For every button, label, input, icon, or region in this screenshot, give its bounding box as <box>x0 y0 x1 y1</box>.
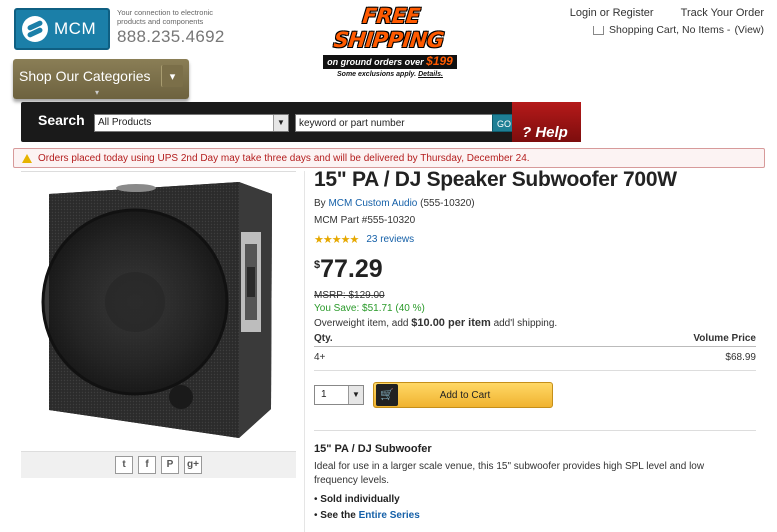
chevron-down-icon[interactable]: ▾ <box>161 65 183 87</box>
volume-qty: 4+ <box>314 352 326 363</box>
free-shipping-title: FREE SHIPPING <box>332 4 445 52</box>
select-arrow-icon: ▼ <box>273 115 288 131</box>
price-value: 77.29 <box>320 255 383 283</box>
free-shipping-banner[interactable]: FREE SHIPPING on ground orders over $199… <box>308 4 472 78</box>
divider <box>314 430 756 431</box>
facebook-icon[interactable]: f <box>138 456 156 474</box>
overweight-amount: $10.00 per item <box>411 317 491 329</box>
subwoofer-product-image[interactable] <box>21 172 296 452</box>
shop-categories-button[interactable]: Shop Our Categories ▾ <box>13 59 189 99</box>
feature-bullets: • Sold individually • See the Entire Ser… <box>314 492 420 524</box>
star-rating-icon: ★★★★★ <box>314 234 359 246</box>
logo-text: MCM <box>54 19 97 38</box>
category-select[interactable]: All Products ▼ <box>94 114 289 132</box>
qty-header: Qty. <box>314 333 333 344</box>
overweight-prefix: Overweight item, add <box>314 318 409 329</box>
tagline: Your connection to electronic products a… <box>117 8 214 26</box>
overweight-suffix: add'l shipping. <box>493 318 558 329</box>
select-arrow-icon: ▼ <box>348 386 363 404</box>
help-button[interactable]: ? Help <box>512 102 581 142</box>
free-shipping-amount: $199 <box>426 54 453 68</box>
quantity-select[interactable]: 1 ▼ <box>314 385 364 405</box>
bullet-sold-individually: Sold individually <box>320 494 400 505</box>
details-link[interactable]: Details. <box>418 71 443 78</box>
cart-icon <box>593 25 605 35</box>
categories-label: Shop Our Categories <box>19 68 151 84</box>
twitter-icon[interactable]: t <box>115 456 133 474</box>
volume-price-header-label: Volume Price <box>693 333 756 344</box>
free-shipping-sub: on ground orders over $199 <box>323 55 457 69</box>
volume-price-row: 4+ $68.99 <box>314 352 756 363</box>
pinterest-icon[interactable]: P <box>161 456 179 474</box>
bullet-see-the: See the <box>320 510 356 521</box>
free-shipping-sub-text: on ground orders over <box>327 57 424 67</box>
currency-symbol: $ <box>314 259 321 271</box>
volume-price: $68.99 <box>725 352 756 363</box>
divider <box>314 370 756 371</box>
mcm-logo[interactable]: MCM <box>14 8 110 50</box>
keyword-input[interactable] <box>295 114 509 132</box>
cart-icon: 🛒 <box>376 384 398 406</box>
help-question-icon: ? <box>522 124 532 141</box>
help-label: Help <box>535 124 568 141</box>
share-bar: t f P g+ <box>21 451 296 478</box>
entire-series-link[interactable]: Entire Series <box>359 510 420 521</box>
column-divider <box>304 171 305 532</box>
reviews-link[interactable]: 23 reviews <box>366 234 414 245</box>
overweight-notice: Overweight item, add $10.00 per item add… <box>314 317 557 329</box>
product-price: $77.29 <box>314 255 383 284</box>
page: MCM Your connection to electronic produc… <box>0 0 777 532</box>
you-save: You Save: $51.71 (40 %) <box>314 303 425 314</box>
search-bar: Search All Products ▼ GO ? Help <box>21 102 581 142</box>
warning-icon <box>22 153 32 163</box>
cart-summary: Shopping Cart, No Items - (View) <box>593 24 764 36</box>
cart-status: Shopping Cart, No Items - <box>609 24 731 36</box>
add-to-cart-label: Add to Cart <box>439 389 491 401</box>
alert-text: Orders placed today using UPS 2nd Day ma… <box>38 152 530 164</box>
quantity-value: 1 <box>321 389 327 400</box>
track-order-link[interactable]: Track Your Order <box>681 7 764 19</box>
search-label: Search <box>38 112 85 128</box>
phone-number: 888.235.4692 <box>117 27 225 46</box>
bullet-item: • Sold individually <box>314 494 400 505</box>
description-text: Ideal for use in a larger scale venue, t… <box>314 461 705 486</box>
delivery-alert: Orders placed today using UPS 2nd Day ma… <box>13 148 765 168</box>
cart-view-link[interactable]: (View) <box>734 24 764 36</box>
brand-link[interactable]: MCM Custom Audio <box>328 198 417 209</box>
bullet-item: • See the Entire Series <box>314 510 420 521</box>
brand-code: (555-10320) <box>420 198 475 209</box>
by-label: By <box>314 198 326 209</box>
category-select-value: All Products <box>98 117 152 128</box>
rating: ★★★★★ 23 reviews <box>314 233 414 246</box>
googleplus-icon[interactable]: g+ <box>184 456 202 474</box>
description-title: 15" PA / DJ Subwoofer <box>314 443 432 455</box>
volume-price-header: Qty. Volume Price <box>314 333 756 347</box>
free-shipping-note: Some exclusions apply. Details. <box>308 70 472 79</box>
chevron-down-small-icon: ▾ <box>95 88 100 97</box>
add-to-cart-button[interactable]: 🛒 Add to Cart <box>373 382 553 408</box>
part-number: MCM Part #555-10320 <box>314 215 416 226</box>
product-byline: By MCM Custom Audio (555-10320) <box>314 198 475 209</box>
product-image-panel <box>21 171 296 477</box>
msrp: MSRP: $129.00 <box>314 290 385 301</box>
product-title: 15" PA / DJ Speaker Subwoofer 700W <box>314 168 677 191</box>
exclusions-text: Some exclusions apply. <box>337 71 417 78</box>
login-register-link[interactable]: Login or Register <box>570 7 654 19</box>
logo-swirl-icon <box>22 16 48 42</box>
top-links: Login or Register Track Your Order <box>546 7 764 19</box>
